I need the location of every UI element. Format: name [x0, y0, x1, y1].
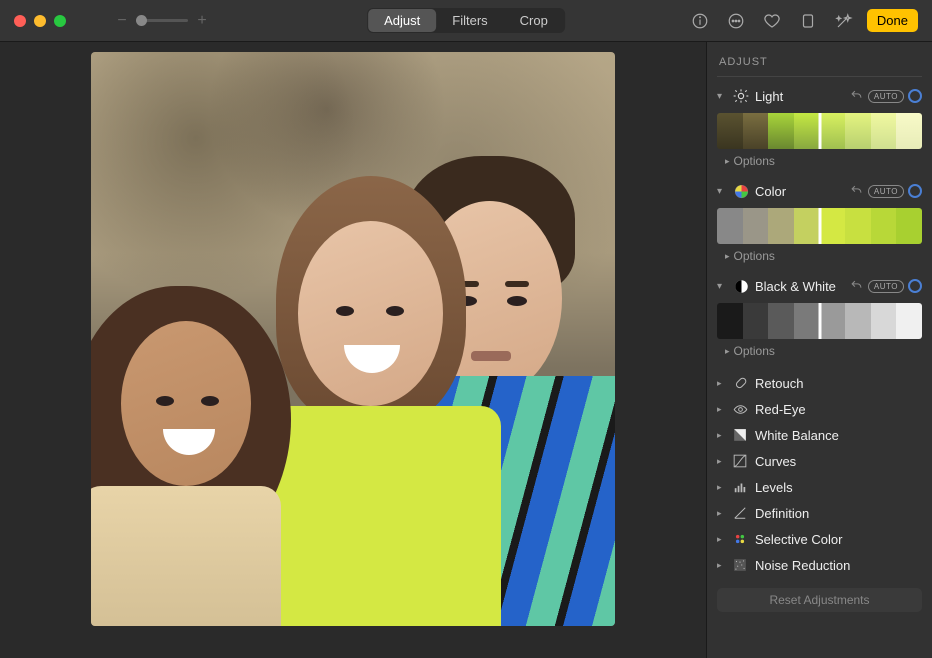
chevron-right-icon: ▸: [717, 534, 725, 545]
whitebalance-icon: [732, 427, 748, 443]
bw-icon: [733, 278, 749, 294]
info-icon[interactable]: [687, 8, 713, 34]
zoom-slider[interactable]: [136, 19, 188, 22]
adjust-row-retouch[interactable]: ▸ Retouch: [717, 370, 922, 396]
chevron-right-icon: ▸: [717, 560, 725, 571]
adjust-row-whitebalance[interactable]: ▸ White Balance: [717, 422, 922, 448]
fullscreen-window-button[interactable]: [54, 15, 66, 27]
adjust-row-noisereduction[interactable]: ▸ Noise Reduction: [717, 552, 922, 578]
tab-crop[interactable]: Crop: [504, 9, 564, 32]
chevron-right-icon: ▸: [717, 508, 725, 519]
bw-filmstrip[interactable]: [717, 303, 922, 339]
options-toggle-color[interactable]: ▸Options: [717, 246, 922, 269]
adjust-label-bw: Black & White: [755, 279, 844, 294]
mode-segmented-control: Adjust Filters Crop: [367, 8, 565, 33]
favorite-icon[interactable]: [759, 8, 785, 34]
chevron-right-icon: ▸: [717, 378, 725, 389]
adjust-header-color[interactable]: ▾ Color AUTO: [717, 180, 922, 202]
adjust-row-levels[interactable]: ▸ Levels: [717, 474, 922, 500]
chevron-right-icon: ▸: [725, 156, 730, 167]
done-button[interactable]: Done: [867, 9, 918, 32]
photo-canvas: [0, 42, 706, 658]
options-toggle-light[interactable]: ▸Options: [717, 151, 922, 174]
light-icon: [733, 88, 749, 104]
zoom-out-button[interactable]: −: [114, 13, 130, 29]
undo-icon[interactable]: [850, 89, 864, 103]
toolbar-right: Done: [687, 8, 918, 34]
adjust-section-bw: ▾ Black & White AUTO ▸Options: [717, 275, 922, 364]
chevron-right-icon: ▸: [717, 404, 725, 415]
adjust-section-light: ▾ Light AUTO ▸Options: [717, 85, 922, 174]
magic-wand-icon[interactable]: [831, 8, 857, 34]
more-icon[interactable]: [723, 8, 749, 34]
enable-toggle-color[interactable]: [908, 184, 922, 198]
enable-toggle-light[interactable]: [908, 89, 922, 103]
color-filmstrip[interactable]: [717, 208, 922, 244]
chevron-down-icon: ▾: [717, 186, 727, 197]
auto-button-color[interactable]: AUTO: [868, 185, 904, 198]
chevron-right-icon: ▸: [725, 251, 730, 262]
titlebar: − + Adjust Filters Crop Done: [0, 0, 932, 42]
adjust-section-color: ▾ Color AUTO ▸Options: [717, 180, 922, 269]
slider-handle[interactable]: [818, 208, 821, 244]
retouch-icon: [732, 375, 748, 391]
adjust-row-selectivecolor[interactable]: ▸ Selective Color: [717, 526, 922, 552]
chevron-right-icon: ▸: [717, 430, 725, 441]
adjust-label-light: Light: [755, 89, 844, 104]
levels-icon: [732, 479, 748, 495]
slider-handle[interactable]: [818, 113, 821, 149]
adjust-label-color: Color: [755, 184, 844, 199]
undo-icon[interactable]: [850, 279, 864, 293]
sidebar-title: ADJUST: [717, 52, 922, 77]
photo-preview[interactable]: [91, 52, 615, 626]
options-toggle-bw[interactable]: ▸Options: [717, 341, 922, 364]
auto-button-bw[interactable]: AUTO: [868, 280, 904, 293]
zoom-controls: − +: [114, 13, 210, 29]
chevron-down-icon: ▾: [717, 91, 727, 102]
window-controls: [14, 15, 66, 27]
definition-icon: [732, 505, 748, 521]
undo-icon[interactable]: [850, 184, 864, 198]
enable-toggle-bw[interactable]: [908, 279, 922, 293]
chevron-right-icon: ▸: [725, 346, 730, 357]
chevron-down-icon: ▾: [717, 281, 727, 292]
chevron-right-icon: ▸: [717, 456, 725, 467]
zoom-in-button[interactable]: +: [194, 13, 210, 29]
main-area: ADJUST ▾ Light AUTO ▸Options ▾: [0, 42, 932, 658]
minimize-window-button[interactable]: [34, 15, 46, 27]
adjust-header-bw[interactable]: ▾ Black & White AUTO: [717, 275, 922, 297]
light-filmstrip[interactable]: [717, 113, 922, 149]
aspect-icon[interactable]: [795, 8, 821, 34]
adjust-row-redeye[interactable]: ▸ Red-Eye: [717, 396, 922, 422]
adjust-header-light[interactable]: ▾ Light AUTO: [717, 85, 922, 107]
selectivecolor-icon: [732, 531, 748, 547]
auto-button-light[interactable]: AUTO: [868, 90, 904, 103]
noise-icon: [732, 557, 748, 573]
color-icon: [733, 183, 749, 199]
close-window-button[interactable]: [14, 15, 26, 27]
tab-filters[interactable]: Filters: [436, 9, 503, 32]
adjustments-sidebar: ADJUST ▾ Light AUTO ▸Options ▾: [706, 42, 932, 658]
adjust-row-definition[interactable]: ▸ Definition: [717, 500, 922, 526]
curves-icon: [732, 453, 748, 469]
eye-icon: [732, 401, 748, 417]
reset-adjustments-button[interactable]: Reset Adjustments: [717, 588, 922, 612]
adjust-row-curves[interactable]: ▸ Curves: [717, 448, 922, 474]
tab-adjust[interactable]: Adjust: [368, 9, 436, 32]
chevron-right-icon: ▸: [717, 482, 725, 493]
slider-handle[interactable]: [818, 303, 821, 339]
